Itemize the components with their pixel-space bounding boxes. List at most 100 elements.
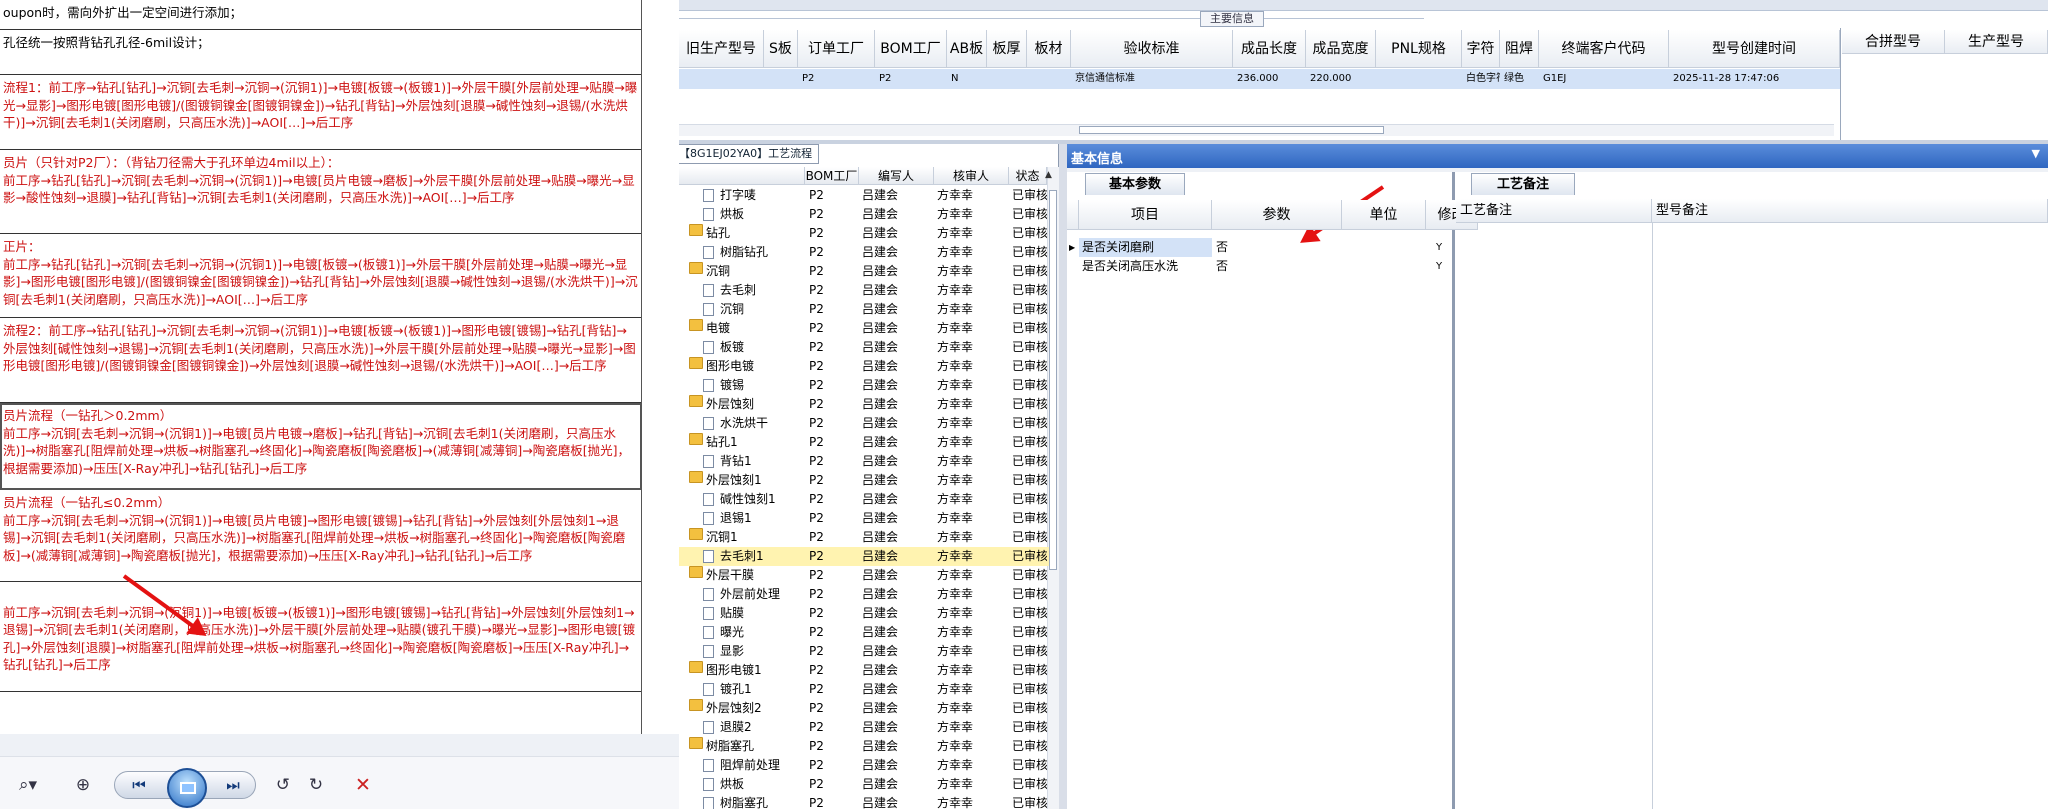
- param-editable: Y: [1436, 242, 1443, 253]
- main-row-cell[interactable]: [1376, 69, 1462, 89]
- tree-status: 已审核: [1012, 416, 1047, 430]
- tree-row[interactable]: 树脂塞孔 P2 吕建会 方幸幸 已审核: [679, 794, 1049, 809]
- tree-row[interactable]: 退锡1 P2 吕建会 方幸幸 已审核: [679, 509, 1049, 528]
- tree-writer: 吕建会: [862, 321, 899, 335]
- process-notes-panel: [1455, 172, 2048, 809]
- tree-reviewer: 方幸幸: [937, 188, 974, 202]
- basic-info-title: 基本信息: [1071, 152, 1124, 167]
- page-view-icon[interactable]: [167, 768, 207, 808]
- tree-node-label: 板镀: [720, 340, 745, 354]
- process-app: 主要信息 【8G1EJ02YA0】工艺流程 基本信息 ▼ 基本参数 工艺备注 旧…: [679, 0, 2048, 809]
- close-icon[interactable]: ✕: [350, 772, 376, 798]
- horizontal-scroll-thumb[interactable]: [1079, 126, 1384, 134]
- main-row-cell[interactable]: [1027, 69, 1071, 89]
- tree-row[interactable]: 水洗烘干 P2 吕建会 方幸幸 已审核: [679, 414, 1049, 433]
- tree-status: 已审核: [1012, 568, 1047, 582]
- tree-node-label: 电镀: [706, 321, 731, 335]
- tree-row[interactable]: 钻孔 P2 吕建会 方幸幸 已审核: [679, 224, 1049, 243]
- tree-status: 已审核: [1012, 492, 1047, 506]
- tree-row[interactable]: 贴膜 P2 吕建会 方幸幸 已审核: [679, 604, 1049, 623]
- param-item: 是否关闭高压水洗: [1082, 259, 1179, 273]
- tree-writer: 吕建会: [862, 701, 899, 715]
- document-row: 员片流程（一钻孔≤0.2mm） 前工序→沉铜[去毛刺→沉铜→(沉铜1)]→电镀[…: [0, 490, 641, 582]
- tree-row[interactable]: 烘板 P2 吕建会 方幸幸 已审核: [679, 775, 1049, 794]
- tree-row[interactable]: 图形电镀 P2 吕建会 方幸幸 已审核: [679, 357, 1049, 376]
- tree-row[interactable]: 外层蚀刻1 P2 吕建会 方幸幸 已审核: [679, 471, 1049, 490]
- tree-node-label: 图形电镀: [706, 359, 755, 373]
- tree-row[interactable]: 阻焊前处理 P2 吕建会 方幸幸 已审核: [679, 756, 1049, 775]
- main-row-cell[interactable]: [764, 69, 798, 89]
- tree-row[interactable]: 树脂钻孔 P2 吕建会 方幸幸 已审核: [679, 243, 1049, 262]
- sort-up-icon[interactable]: ▲: [1045, 170, 1052, 180]
- tree-row[interactable]: 图形电镀1 P2 吕建会 方幸幸 已审核: [679, 661, 1049, 680]
- tree-row[interactable]: 镀锡 P2 吕建会 方幸幸 已审核: [679, 376, 1049, 395]
- rotate-left-icon[interactable]: ↺: [271, 772, 295, 798]
- tree-node-label: 树脂塞孔: [720, 796, 769, 809]
- main-row-cell[interactable]: [987, 69, 1027, 89]
- tree-row[interactable]: 钻孔1 P2 吕建会 方幸幸 已审核: [679, 433, 1049, 452]
- tree-row[interactable]: 显影 P2 吕建会 方幸幸 已审核: [679, 642, 1049, 661]
- tree-bom-factory: P2: [809, 416, 824, 430]
- main-row-cell[interactable]: 白色字符: [1462, 69, 1500, 89]
- tree-row[interactable]: 外层蚀刻 P2 吕建会 方幸幸 已审核: [679, 395, 1049, 414]
- param-value[interactable]: 否: [1212, 238, 1342, 257]
- tree-scroll-thumb[interactable]: [1049, 190, 1057, 570]
- main-row-cell[interactable]: P2: [875, 69, 947, 89]
- tree-row[interactable]: 镀孔1 P2 吕建会 方幸幸 已审核: [679, 680, 1049, 699]
- main-row-cell[interactable]: N: [947, 69, 987, 89]
- main-row-cell[interactable]: 236.000: [1233, 69, 1306, 89]
- tree-bom-factory: P2: [809, 625, 824, 639]
- folder-icon: [689, 224, 703, 236]
- tree-row[interactable]: 退膜2 P2 吕建会 方幸幸 已审核: [679, 718, 1049, 737]
- main-row-cell[interactable]: G1EJ: [1539, 69, 1669, 89]
- tree-row[interactable]: 烘板 P2 吕建会 方幸幸 已审核: [679, 205, 1049, 224]
- document-row-text: 流程2：前工序→钻孔[钻孔]→沉铜[去毛刺→沉铜→(沉铜1)]→电镀[板镀→(板…: [3, 323, 636, 373]
- tree-writer: 吕建会: [862, 454, 899, 468]
- file-icon: [703, 493, 714, 506]
- tree-row[interactable]: 板镀 P2 吕建会 方幸幸 已审核: [679, 338, 1049, 357]
- tree-bom-factory: P2: [809, 473, 824, 487]
- dropdown-icon[interactable]: ▼: [2032, 147, 2040, 160]
- tab-basic-params[interactable]: 基本参数: [1085, 173, 1185, 195]
- zoom-icon[interactable]: ⌕▾: [10, 772, 46, 798]
- tree-node-label: 水洗烘干: [720, 416, 769, 430]
- tree-row[interactable]: 碱性蚀刻1 P2 吕建会 方幸幸 已审核: [679, 490, 1049, 509]
- tree-status: 已审核: [1012, 758, 1047, 772]
- tree-row[interactable]: 去毛刺 P2 吕建会 方幸幸 已审核: [679, 281, 1049, 300]
- fit-page-icon[interactable]: ⊕: [70, 772, 96, 798]
- main-row-cell[interactable]: [679, 69, 764, 89]
- tree-node-label: 去毛刺: [720, 283, 757, 297]
- main-row-cell[interactable]: 绿色: [1500, 69, 1539, 89]
- tree-row[interactable]: 背钻1 P2 吕建会 方幸幸 已审核: [679, 452, 1049, 471]
- tree-row[interactable]: 外层蚀刻2 P2 吕建会 方幸幸 已审核: [679, 699, 1049, 718]
- first-page-icon[interactable]: ⏮: [122, 773, 156, 797]
- main-row-cell[interactable]: 220.000: [1306, 69, 1376, 89]
- main-row-cell[interactable]: P2: [798, 69, 875, 89]
- param-value[interactable]: 否: [1212, 257, 1342, 276]
- tree-row[interactable]: 树脂塞孔 P2 吕建会 方幸幸 已审核: [679, 737, 1049, 756]
- main-column-header: PNL规格: [1376, 30, 1462, 68]
- tree-row[interactable]: 去毛刺1 P2 吕建会 方幸幸 已审核: [679, 547, 1049, 566]
- tab-process-notes[interactable]: 工艺备注: [1471, 173, 1575, 195]
- tree-reviewer: 方幸幸: [937, 359, 974, 373]
- tree-row[interactable]: 外层干膜 P2 吕建会 方幸幸 已审核: [679, 566, 1049, 585]
- rotate-right-icon[interactable]: ↻: [304, 772, 328, 798]
- main-column-header: 成品宽度: [1306, 30, 1376, 68]
- main-row-cell[interactable]: 京信通信标准: [1071, 69, 1233, 89]
- last-page-icon[interactable]: ⏭: [216, 773, 250, 797]
- tree-row[interactable]: 电镀 P2 吕建会 方幸幸 已审核: [679, 319, 1049, 338]
- tree-row[interactable]: 沉铜 P2 吕建会 方幸幸 已审核: [679, 300, 1049, 319]
- main-row-cell[interactable]: 2025-11-28 17:47:06: [1669, 69, 1840, 89]
- tree-status: 已审核: [1012, 549, 1047, 563]
- tree-row[interactable]: 外层前处理 P2 吕建会 方幸幸 已审核: [679, 585, 1049, 604]
- tree-status: 已审核: [1012, 777, 1047, 791]
- param-corner: [1067, 200, 1079, 230]
- tree-row[interactable]: 沉铜1 P2 吕建会 方幸幸 已审核: [679, 528, 1049, 547]
- tree-column-header: 编写人: [859, 167, 934, 185]
- tree-row[interactable]: 打字唛 P2 吕建会 方幸幸 已审核: [679, 186, 1049, 205]
- tree-status: 已审核: [1012, 796, 1047, 809]
- tree-reviewer: 方幸幸: [937, 530, 974, 544]
- tree-row[interactable]: 曝光 P2 吕建会 方幸幸 已审核: [679, 623, 1049, 642]
- tree-row[interactable]: 沉铜 P2 吕建会 方幸幸 已审核: [679, 262, 1049, 281]
- tree-bom-factory: P2: [809, 226, 824, 240]
